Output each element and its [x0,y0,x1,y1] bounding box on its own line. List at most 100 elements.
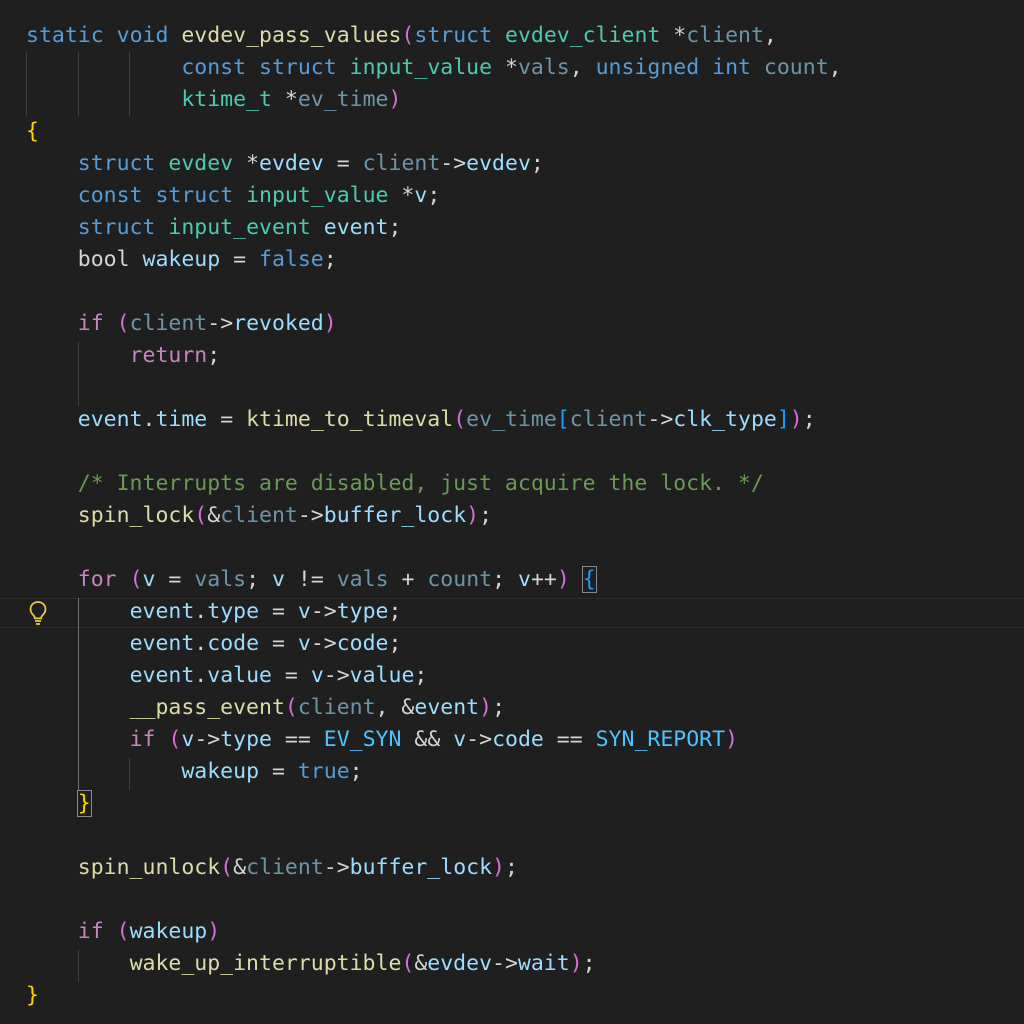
code-line[interactable]: const struct input_value *vals, unsigned… [26,52,841,84]
code-line[interactable]: } [26,980,39,1012]
code-line[interactable]: __pass_event(client, &event); [26,692,505,724]
code-line[interactable]: struct evdev *evdev = client->evdev; [26,148,544,180]
code-line[interactable]: for (v = vals; v != vals + count; v++) { [26,564,597,596]
bracket: ] [776,407,790,432]
member: evdev [466,151,531,176]
type-name: ktime_t [181,87,272,112]
operator: ++ [530,567,557,592]
member: type [207,599,260,624]
variable: v [453,727,467,752]
code-line[interactable]: event.type = v->type; [26,596,402,628]
paren: ( [453,407,467,432]
variable: v [181,727,195,752]
function-name: evdev_pass_values [181,23,402,48]
code-comment: /* Interrupts are disabled, just acquire… [77,471,764,496]
punctuation: . [142,407,156,432]
brace: } [76,790,92,817]
keyword: struct [259,55,337,80]
variable: event [77,407,143,432]
operator: == [543,727,596,752]
member: wait [517,951,570,976]
variable: v [272,567,285,592]
operator: & [414,951,428,976]
variable: wakeup [142,247,221,272]
paren: ) [569,951,583,976]
keyword: true [297,759,350,784]
bracket: [ [556,407,570,432]
code-line[interactable]: bool wakeup = false; [26,244,337,276]
paren: ( [116,311,130,336]
code-line[interactable]: if (client->revoked) [26,308,337,340]
operator: = [271,663,311,688]
operator: = [259,599,298,624]
function-call: __pass_event [129,695,285,720]
keyword: false [259,247,324,272]
code-line[interactable]: ktime_t *ev_time) [26,84,401,116]
operator: -> [297,503,324,528]
code-line[interactable]: event.time = ktime_to_timeval(ev_time[cl… [26,404,816,436]
punctuation: . [194,663,208,688]
variable: v [310,663,324,688]
code-line[interactable]: wake_up_interruptible(&evdev->wait); [26,948,596,980]
code-line[interactable]: static void evdev_pass_values(struct evd… [26,20,777,52]
function-call: wake_up_interruptible [129,951,402,976]
code-line[interactable]: if (v->type == EV_SYN && v->code == SYN_… [26,724,738,756]
punctuation: ; [388,631,402,656]
macro-constant: EV_SYN [323,727,402,752]
punctuation: ; [414,663,428,688]
variable: event [414,695,480,720]
parameter: count [763,55,829,80]
operator: != [284,567,337,592]
variable: event [129,631,195,656]
code-editor[interactable]: static void evdev_pass_values(struct evd… [0,0,1024,1024]
keyword: struct [414,23,493,48]
type-name: evdev [168,151,234,176]
punctuation: ; [246,567,272,592]
code-line[interactable]: if (wakeup) [26,916,220,948]
paren: ( [401,951,415,976]
keyword: struct [155,183,234,208]
operator: * [660,23,687,48]
parameter: client [129,311,208,336]
code-line[interactable]: const struct input_value *v; [26,180,441,212]
variable: v [414,183,428,208]
code-line[interactable]: spin_lock(&client->buffer_lock); [26,500,492,532]
variable: event [323,215,389,240]
variable: v [517,567,531,592]
function-call: ktime_to_timeval [246,407,454,432]
paren: ( [129,567,143,592]
function-call: spin_lock [77,503,195,528]
macro-constant: SYN_REPORT [595,727,726,752]
keyword: if [129,727,156,752]
operator: = [323,151,363,176]
code-line[interactable]: return; [26,340,221,372]
paren: ) [479,695,493,720]
operator: & [401,695,415,720]
code-line[interactable]: } [26,788,92,820]
code-line[interactable]: spin_unlock(&client->buffer_lock); [26,852,518,884]
member: clk_type [673,407,777,432]
paren: ) [388,87,402,112]
code-line[interactable]: event.code = v->code; [26,628,402,660]
code-line[interactable]: struct input_event event; [26,212,402,244]
type-name: input_value [246,183,389,208]
operator: = [220,247,260,272]
punctuation: ; [530,151,544,176]
operator: -> [440,151,467,176]
variable: evdev [427,951,493,976]
code-line[interactable]: { [26,116,39,148]
keyword: if [77,919,104,944]
punctuation: ; [349,759,363,784]
punctuation: ; [582,951,596,976]
paren: ) [556,567,570,592]
code-line[interactable]: wakeup = true; [26,756,363,788]
punctuation: ; [427,183,441,208]
operator: * [271,87,298,112]
punctuation: ; [207,343,221,368]
code-line[interactable]: event.value = v->value; [26,660,428,692]
keyword: void [116,23,169,48]
punctuation: ; [388,599,402,624]
type-name: input_event [168,215,311,240]
code-line[interactable]: /* Interrupts are disabled, just acquire… [26,468,764,500]
keyword: if [77,311,104,336]
